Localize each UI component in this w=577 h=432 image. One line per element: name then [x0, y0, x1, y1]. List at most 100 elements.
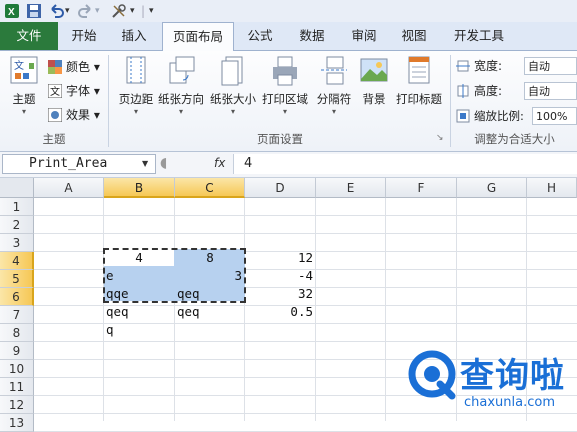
- redo-dropdown[interactable]: ▾: [95, 3, 100, 19]
- row-header-6[interactable]: 6: [0, 288, 34, 306]
- undo-icon[interactable]: [48, 3, 64, 19]
- orientation-button[interactable]: 纸张方向 ▾: [156, 55, 206, 125]
- row-header-4[interactable]: 4: [0, 252, 34, 270]
- paper-size-icon: [218, 55, 248, 87]
- print-titles-icon: [404, 55, 434, 87]
- tools-icon[interactable]: [110, 3, 128, 19]
- column-gridline: [315, 198, 316, 421]
- row-header-3[interactable]: 3: [0, 234, 34, 252]
- group-divider: [450, 55, 451, 147]
- row-gridline: [34, 233, 577, 234]
- qat-separator: |: [141, 4, 146, 18]
- row-header-12[interactable]: 12: [0, 396, 34, 414]
- row-header-10[interactable]: 10: [0, 360, 34, 378]
- breaks-icon: [319, 55, 349, 87]
- column-header-g[interactable]: G: [457, 178, 527, 198]
- width-select[interactable]: 自动: [524, 57, 577, 75]
- watermark-domain: chaxunla.com: [464, 395, 555, 410]
- tab-view[interactable]: 视图: [394, 22, 434, 50]
- cell-C4[interactable]: 8: [175, 249, 245, 267]
- themes-icon: 文: [9, 55, 39, 87]
- tab-review[interactable]: 审阅: [342, 22, 386, 50]
- effects-icon: [47, 107, 63, 123]
- column-gridline: [174, 198, 175, 421]
- margins-button[interactable]: 页边距 ▾: [112, 55, 160, 125]
- cell-D5[interactable]: -4: [245, 267, 313, 285]
- column-header-e[interactable]: E: [316, 178, 386, 198]
- width-icon: [456, 59, 470, 73]
- svg-text:X: X: [8, 7, 15, 18]
- row-header-5[interactable]: 5: [0, 270, 34, 288]
- page-setup-group-label: 页面设置: [257, 132, 303, 146]
- margins-icon: [121, 55, 151, 87]
- cell-D4[interactable]: 12: [245, 249, 313, 267]
- width-label: 宽度:: [456, 56, 502, 76]
- height-icon: [456, 84, 470, 98]
- colors-icon: [48, 60, 62, 74]
- row-header-2[interactable]: 2: [0, 216, 34, 234]
- size-button[interactable]: 纸张大小 ▾: [208, 55, 258, 125]
- row-header-13[interactable]: 13: [0, 414, 34, 432]
- theme-effects-button[interactable]: 效果 ▾: [47, 105, 100, 125]
- row-header-1[interactable]: 1: [0, 198, 34, 216]
- column-header-d[interactable]: D: [245, 178, 316, 198]
- cell-B8[interactable]: q: [106, 321, 174, 339]
- column-header-h[interactable]: H: [527, 178, 577, 198]
- cell-B6[interactable]: qqe: [106, 285, 174, 303]
- page-setup-launcher-icon[interactable]: ↘: [436, 133, 444, 143]
- column-header-a[interactable]: A: [34, 178, 104, 198]
- background-button[interactable]: 背景: [356, 55, 392, 125]
- row-gridline: [34, 215, 577, 216]
- print-area-button[interactable]: 打印区域 ▾: [260, 55, 310, 125]
- name-box-dropdown-icon[interactable]: ▼: [142, 159, 148, 168]
- height-select[interactable]: 自动: [524, 82, 577, 100]
- row-header-7[interactable]: 7: [0, 306, 34, 324]
- tab-insert[interactable]: 插入: [112, 22, 156, 50]
- height-label: 高度:: [456, 81, 502, 101]
- fonts-icon: 文: [47, 83, 63, 99]
- save-icon[interactable]: [26, 3, 42, 19]
- undo-dropdown[interactable]: ▾: [65, 3, 70, 19]
- formula-input[interactable]: 4: [233, 154, 577, 174]
- cell-C6[interactable]: qeq: [177, 285, 245, 303]
- column-header-f[interactable]: F: [386, 178, 457, 198]
- printer-icon: [270, 55, 300, 87]
- tab-home[interactable]: 开始: [62, 22, 106, 50]
- cell-C5[interactable]: 3: [175, 267, 242, 285]
- select-all-corner[interactable]: [0, 178, 34, 198]
- tab-file[interactable]: 文件: [0, 22, 58, 50]
- redo-icon[interactable]: [78, 3, 94, 19]
- watermark-title: 查询啦: [460, 356, 565, 396]
- cell-C7[interactable]: qeq: [177, 303, 245, 321]
- tab-developer[interactable]: 开发工具: [446, 22, 512, 50]
- customize-qat-dropdown[interactable]: ▾: [149, 3, 154, 19]
- scale-label: 缩放比例:: [456, 106, 524, 126]
- excel-logo-icon[interactable]: X: [4, 3, 20, 19]
- cell-D6[interactable]: 32: [245, 285, 313, 303]
- cell-B5[interactable]: e: [106, 267, 174, 285]
- formula-bar: Print_Area ▼ ◖ fx 4: [0, 152, 577, 178]
- tab-page-layout[interactable]: 页面布局: [162, 22, 234, 51]
- row-header-9[interactable]: 9: [0, 342, 34, 360]
- column-header-c[interactable]: C: [175, 178, 245, 198]
- name-box[interactable]: Print_Area: [2, 154, 156, 174]
- tools-dropdown[interactable]: ▾: [130, 3, 135, 19]
- chaxunla-watermark: 查询啦 chaxunla.com: [402, 340, 577, 421]
- tab-formulas[interactable]: 公式: [240, 22, 280, 50]
- cell-B4[interactable]: 4: [104, 249, 174, 267]
- print-titles-button[interactable]: 打印标题: [394, 55, 444, 125]
- row-header-11[interactable]: 11: [0, 378, 34, 396]
- themes-button[interactable]: 文 主题 ▾: [2, 55, 46, 125]
- theme-fonts-button[interactable]: 文字体 ▾: [47, 81, 100, 101]
- theme-colors-button[interactable]: 颜色 ▾: [48, 57, 100, 77]
- quick-access-toolbar: X ▾ ▾ ▾ | ▾: [0, 0, 577, 23]
- breaks-button[interactable]: 分隔符 ▾: [312, 55, 356, 125]
- formula-bar-resize-icon[interactable]: ◖: [160, 155, 167, 171]
- tab-data[interactable]: 数据: [290, 22, 334, 50]
- cell-B7[interactable]: qeq: [106, 303, 174, 321]
- row-header-8[interactable]: 8: [0, 324, 34, 342]
- scale-percent-input[interactable]: 100%: [532, 107, 577, 125]
- column-header-b[interactable]: B: [104, 178, 175, 198]
- insert-function-icon[interactable]: fx: [214, 156, 225, 170]
- cell-D7[interactable]: 0.5: [245, 303, 313, 321]
